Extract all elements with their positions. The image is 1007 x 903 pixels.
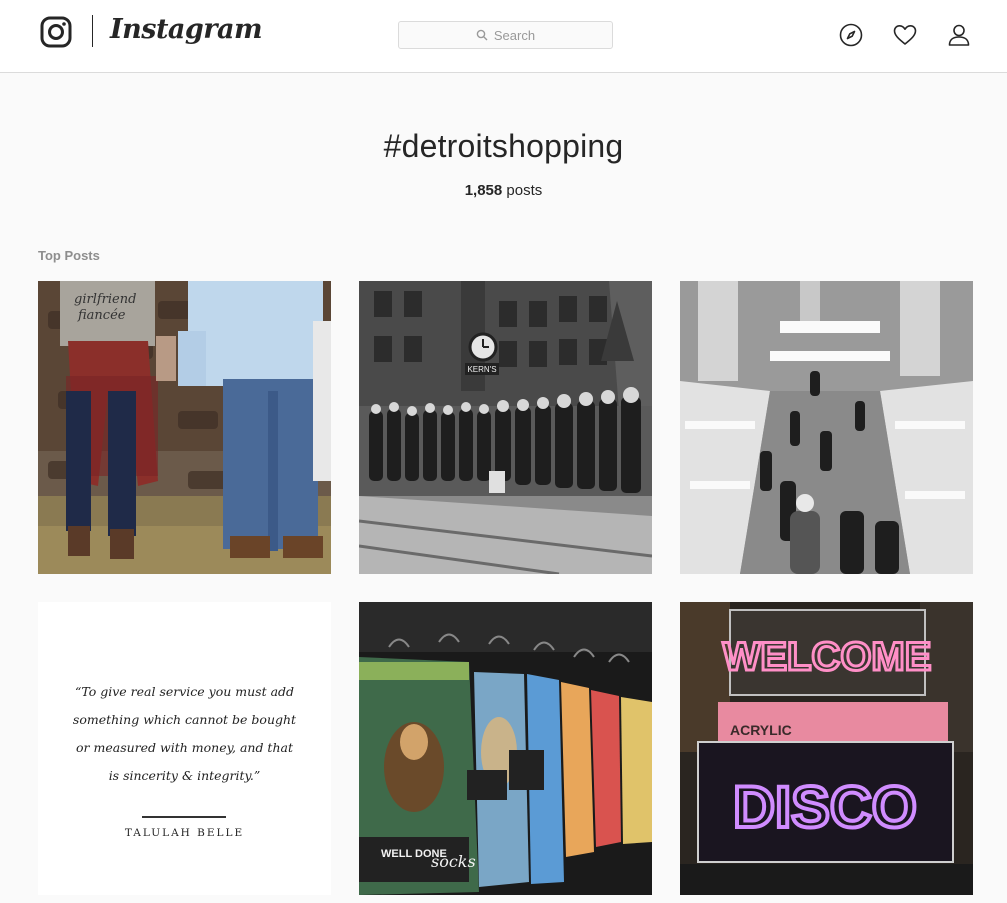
instagram-wordmark[interactable]: Instagram [110,14,263,45]
post-tile-neon[interactable]: WELCOME ACRYLIC DISCO [680,602,973,895]
post-count: 1,858 posts [0,182,1007,199]
shirt-text-1: girlfriend [74,292,136,307]
quote-text: “To give real service you must add somet… [56,678,313,790]
department-store-photo [680,281,973,574]
quote-card: “To give real service you must add somet… [38,602,331,895]
post-tile-department-store[interactable] [680,281,973,574]
acrylic-box-label: ACRYLIC [730,722,792,738]
instagram-camera-icon[interactable] [40,16,72,48]
search-placeholder: Search [493,27,536,43]
post-count-suffix: posts [502,182,543,199]
quote-line-2: something which cannot be bought [72,712,297,727]
quote-line-3: or measured with money, and that [76,740,293,755]
vintage-street-photo: KERN'S [359,281,652,574]
hashtag-title: #detroitshopping [383,128,624,164]
quote-line-4: is sincerity & integrity.” [108,768,261,783]
search-icon [476,29,488,41]
neon-welcome-sign: WELCOME [723,635,932,679]
profile-icon[interactable] [947,23,971,47]
post-count-number: 1,858 [464,182,503,199]
couple-photo: girlfriend fiancée [38,281,331,574]
post-tile-vintage-street[interactable]: KERN'S [359,281,652,574]
post-tile-socks[interactable]: WELL DONE socks [359,602,652,895]
quote-author: TALULAH BELLE [124,827,245,839]
kerns-sign: KERN'S [467,365,496,374]
top-posts-label: Top Posts [38,248,100,263]
post-tile-quote[interactable]: “To give real service you must add somet… [38,602,331,895]
neon-disco-sign: DISCO [733,775,917,840]
quote-line-1: “To give real service you must add [74,684,295,699]
logo-divider [92,15,93,47]
socks-label: socks [431,852,476,871]
heart-icon[interactable] [893,23,917,47]
post-tile-couple[interactable]: girlfriend fiancée [38,281,331,574]
neon-signs-photo: WELCOME ACRYLIC DISCO [680,602,973,895]
compass-icon[interactable] [839,23,863,47]
top-nav-bar: Instagram Search [0,0,1007,73]
socks-photo: WELL DONE socks [359,602,652,895]
shirt-text-2: fiancée [77,308,126,323]
search-input[interactable]: Search [398,21,613,49]
quote-divider [142,816,226,818]
